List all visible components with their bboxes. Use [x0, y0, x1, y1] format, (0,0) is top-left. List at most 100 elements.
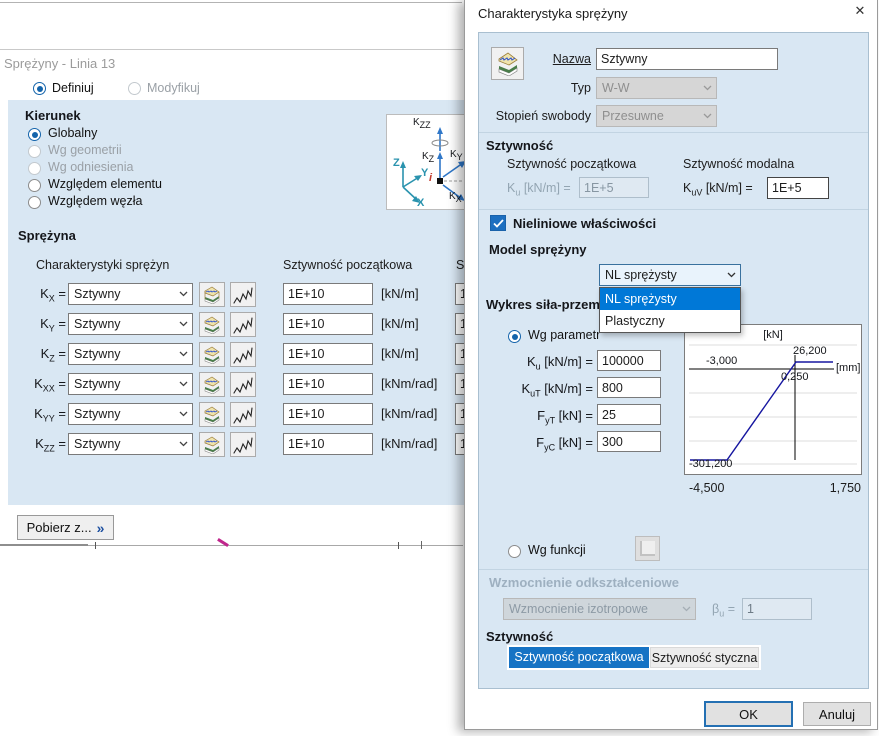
spring-model-combo[interactable]: Sztywny	[68, 373, 193, 395]
material-button[interactable]	[199, 432, 225, 457]
divider	[479, 569, 868, 570]
spring-model-combo[interactable]: Sztywny	[68, 403, 193, 425]
spring-button[interactable]	[230, 402, 256, 427]
beta-input[interactable]	[742, 598, 812, 620]
radio-modyfikuj[interactable]	[128, 82, 141, 95]
radio-dot	[32, 132, 38, 138]
nonlinear-checkbox[interactable]	[490, 215, 506, 231]
spring-button[interactable]	[230, 282, 256, 307]
stiffness-tabs-heading: Sztywność	[486, 629, 553, 644]
spring-model-combo[interactable]: Sztywny	[68, 313, 193, 335]
name-input[interactable]	[596, 48, 778, 70]
hardening-combo[interactable]: Wzmocnienie izotropowe	[503, 598, 696, 620]
spring-button[interactable]	[230, 342, 256, 367]
param-input[interactable]	[597, 431, 661, 452]
chevron-down-icon	[179, 351, 188, 357]
modal-stiffness-title: Sztywność modalna	[683, 157, 794, 171]
spring-row: KZZ = Sztywny [kNm/rad]	[0, 433, 466, 459]
material-button[interactable]	[199, 282, 225, 307]
spring-row-label: KYY =	[26, 406, 66, 424]
material-button[interactable]	[199, 342, 225, 367]
param-input[interactable]	[597, 350, 661, 371]
toolbar-divider-bottom	[0, 49, 463, 50]
stiffness-input[interactable]	[283, 343, 373, 365]
stiffness-input[interactable]	[283, 313, 373, 335]
radio-wg-geometrii[interactable]	[28, 145, 41, 158]
spring-row-label: KZZ =	[26, 436, 66, 454]
type-combo[interactable]: W-W	[596, 77, 717, 99]
axis-triad-y: Y	[421, 167, 428, 179]
axis-node-label: i	[429, 172, 432, 184]
characteristics-column-header: Charakterystyki sprężyn	[36, 258, 169, 272]
radio-wg-odniesienia[interactable]	[28, 162, 41, 175]
function-button-disabled[interactable]	[635, 536, 660, 561]
hardening-heading: Wzmocnienie odkształceniowe	[489, 575, 679, 590]
initial-stiffness-input[interactable]	[579, 177, 649, 198]
dropdown-option[interactable]: NL sprężysty	[600, 288, 740, 310]
pobierz-z-button[interactable]: Pobierz z... »	[17, 515, 114, 540]
nonlinear-label: Nieliniowe właściwości	[513, 216, 656, 231]
unit-label: [kNm/rad]	[381, 436, 437, 451]
spring-button[interactable]	[230, 432, 256, 457]
spring-model-combo[interactable]: Sztywny	[68, 283, 193, 305]
spring-model-combo[interactable]: Sztywny	[68, 433, 193, 455]
dropdown-option[interactable]: Plastyczny	[600, 310, 740, 332]
material-button[interactable]	[199, 402, 225, 427]
model-combo[interactable]: NL sprężysty	[599, 264, 741, 286]
radio-wg-geometrii-label: Wg geometrii	[48, 143, 122, 157]
radio-wg-funkcji[interactable]	[508, 545, 521, 558]
radio-wg-parametr-label: Wg parametr	[528, 328, 600, 342]
layered-slab-icon	[495, 52, 521, 76]
chevron-down-icon	[703, 113, 712, 119]
spring-icon	[232, 404, 254, 426]
param-label: Ku [kN/m] =	[483, 354, 593, 372]
spring-model-combo[interactable]: Sztywny	[68, 343, 193, 365]
force-displacement-chart: [kN] [mm] -3,000 26,200 0,250 -301,200	[684, 324, 862, 475]
dof-combo[interactable]: Przesuwne	[596, 105, 717, 127]
unit-label: [kNm/rad]	[381, 376, 437, 391]
layered-slab-icon	[202, 406, 222, 424]
model-view-tick	[95, 542, 96, 549]
spring-icon	[232, 434, 254, 456]
spring-icon	[232, 344, 254, 366]
radio-globalny[interactable]	[28, 128, 41, 141]
chart-label-cross: 0,250	[781, 371, 809, 383]
initial-stiffness-column-header: Sztywność początkowa	[283, 258, 412, 272]
radio-dot	[512, 334, 518, 340]
param-input[interactable]	[597, 377, 661, 398]
ok-button[interactable]: OK	[704, 701, 793, 727]
modal-stiffness-input[interactable]	[767, 177, 829, 199]
chevron-down-icon	[179, 441, 188, 447]
radio-dot	[37, 86, 43, 92]
spring-row: KXX = Sztywny [kNm/rad]	[0, 373, 466, 399]
stiffness-input[interactable]	[283, 283, 373, 305]
spring-characteristics-dialog: Charakterystyka sprężyny ✕ Nazwa Typ W-W…	[464, 0, 878, 730]
radio-wzgledem-elementu[interactable]	[28, 179, 41, 192]
layered-slab-icon	[202, 346, 222, 364]
radio-definiuj[interactable]	[33, 82, 46, 95]
chevron-down-icon	[179, 291, 188, 297]
kierunek-heading: Kierunek	[25, 108, 81, 123]
radio-wzgledem-wezla[interactable]	[28, 196, 41, 209]
stiffness-input[interactable]	[283, 403, 373, 425]
radio-wg-parametr[interactable]	[508, 330, 521, 343]
spring-button[interactable]	[230, 312, 256, 337]
cancel-button[interactable]: Anuluj	[803, 702, 871, 726]
param-label: FyT [kN] =	[483, 408, 593, 426]
material-button[interactable]	[199, 372, 225, 397]
close-icon[interactable]: ✕	[851, 3, 869, 21]
chevron-down-icon	[179, 381, 188, 387]
material-button[interactable]	[199, 312, 225, 337]
stiffness-input[interactable]	[283, 433, 373, 455]
param-input[interactable]	[597, 404, 661, 425]
force-displacement-heading: Wykres siła-przem	[486, 297, 599, 312]
radio-wg-funkcji-label: Wg funkcji	[528, 543, 586, 557]
toolbar-divider-top	[0, 2, 462, 3]
spring-type-button[interactable]	[491, 47, 524, 80]
tab-tangent-stiffness[interactable]: Sztywność styczna	[650, 647, 759, 668]
spring-button[interactable]	[230, 372, 256, 397]
spring-row-label: KZ =	[26, 346, 66, 364]
chevron-down-icon	[703, 85, 712, 91]
stiffness-input[interactable]	[283, 373, 373, 395]
tab-initial-stiffness[interactable]: Sztywność początkowa	[509, 647, 649, 668]
